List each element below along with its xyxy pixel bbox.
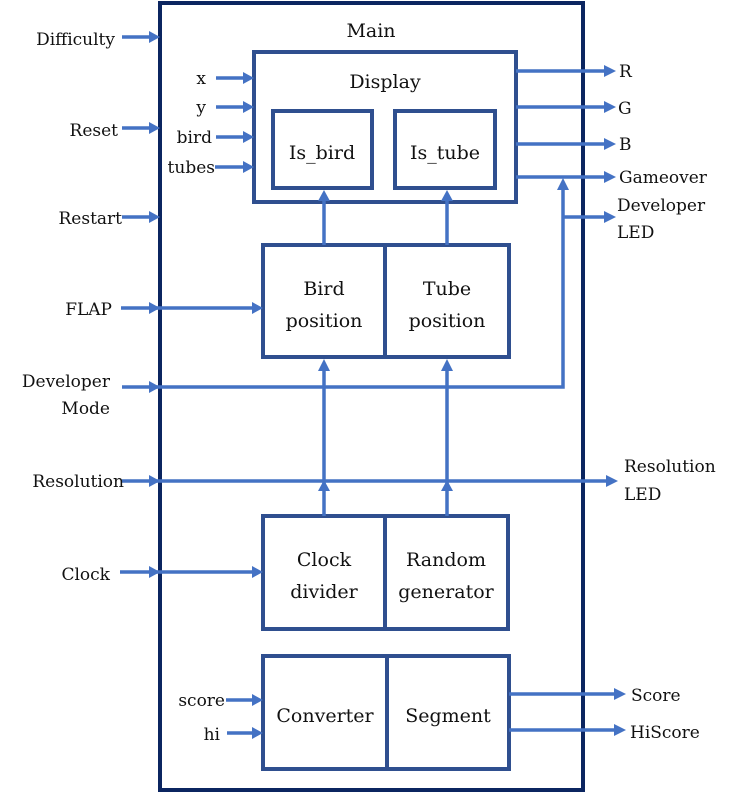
output-r: R (516, 62, 633, 82)
bird-position-to-is-bird-wire (318, 190, 330, 245)
svg-text:Resolution: Resolution (32, 472, 124, 492)
random-generator-block (383, 514, 510, 631)
input-flap: FLAP (65, 300, 263, 320)
svg-text:Resolution: Resolution (624, 457, 716, 477)
random-generator-to-tube-position-wire (441, 359, 453, 516)
svg-text:Restart: Restart (58, 209, 122, 229)
svg-text:x: x (196, 69, 206, 89)
output-hiscore: HiScore (509, 723, 700, 743)
arrow-head-icon (604, 101, 616, 113)
converter-label: Converter (276, 705, 374, 727)
svg-text:G: G (618, 99, 632, 119)
svg-text:Score: Score (631, 686, 681, 706)
svg-text:hi: hi (204, 725, 221, 745)
arrow-head-icon (441, 359, 453, 371)
tube-position-label-2: position (409, 310, 486, 332)
arrow-head-icon (557, 178, 569, 190)
segment-label: Segment (405, 705, 491, 727)
svg-text:Reset: Reset (70, 121, 119, 141)
random-generator-label-2: generator (398, 581, 494, 603)
display-input-x: x (196, 69, 254, 89)
input-restart: Restart (58, 209, 160, 229)
svg-text:tubes: tubes (168, 158, 215, 178)
clock-divider-to-bird-position-wire (318, 359, 330, 516)
svg-text:R: R (619, 62, 633, 82)
svg-text:Developer: Developer (617, 196, 706, 216)
output-gameover: Gameover (516, 168, 708, 188)
arrow-head-icon (604, 211, 616, 223)
tube-position-block (383, 243, 511, 359)
tube-position-to-is-tube-wire (441, 190, 453, 245)
svg-text:LED: LED (617, 223, 654, 243)
input-clock: Clock (61, 565, 263, 585)
svg-text:Difficulty: Difficulty (36, 30, 115, 50)
arrow-head-icon (604, 171, 616, 183)
display-input-y: y (195, 98, 254, 118)
arrow-head-icon (604, 138, 616, 150)
arrow-head-icon (606, 475, 618, 487)
svg-text:Clock: Clock (61, 565, 110, 585)
input-reset: Reset (70, 121, 160, 141)
arrow-head-icon (604, 65, 616, 77)
svg-text:Developer: Developer (22, 372, 111, 392)
output-b: B (516, 135, 632, 155)
svg-text:Gameover: Gameover (619, 168, 708, 188)
clock-divider-label-2: divider (290, 581, 358, 603)
svg-text:y: y (195, 98, 206, 118)
output-g: G (516, 99, 632, 119)
is-bird-label: Is_bird (289, 142, 355, 164)
clock-divider-label-1: Clock (297, 549, 352, 571)
svg-text:bird: bird (177, 128, 212, 148)
main-title: Main (346, 20, 395, 42)
converter-input-score: score (178, 691, 263, 711)
svg-text:score: score (178, 691, 225, 711)
converter-input-hi: hi (204, 725, 263, 745)
svg-text:FLAP: FLAP (65, 300, 112, 320)
display-input-bird: bird (177, 128, 254, 148)
block-diagram: Main Display Is_bird Is_tube x y bird tu… (22, 1, 716, 792)
tube-position-label-1: Tube (423, 278, 471, 300)
arrow-head-icon (614, 724, 626, 736)
arrow-head-icon (614, 688, 626, 700)
display-label: Display (349, 71, 421, 93)
display-input-tubes: tubes (168, 158, 254, 178)
output-resolution-led: Resolution LED (624, 457, 716, 505)
bird-position-block (261, 243, 387, 359)
output-score: Score (509, 686, 681, 706)
clock-divider-block (261, 514, 387, 631)
svg-text:LED: LED (624, 485, 661, 505)
bird-position-label-2: position (286, 310, 363, 332)
bird-position-label-1: Bird (303, 278, 344, 300)
svg-text:B: B (619, 135, 632, 155)
is-tube-label: Is_tube (410, 142, 480, 164)
input-difficulty: Difficulty (36, 30, 160, 50)
random-generator-label-1: Random (406, 549, 486, 571)
arrow-head-icon (318, 359, 330, 371)
svg-text:HiScore: HiScore (630, 723, 700, 743)
svg-text:Mode: Mode (61, 399, 110, 419)
